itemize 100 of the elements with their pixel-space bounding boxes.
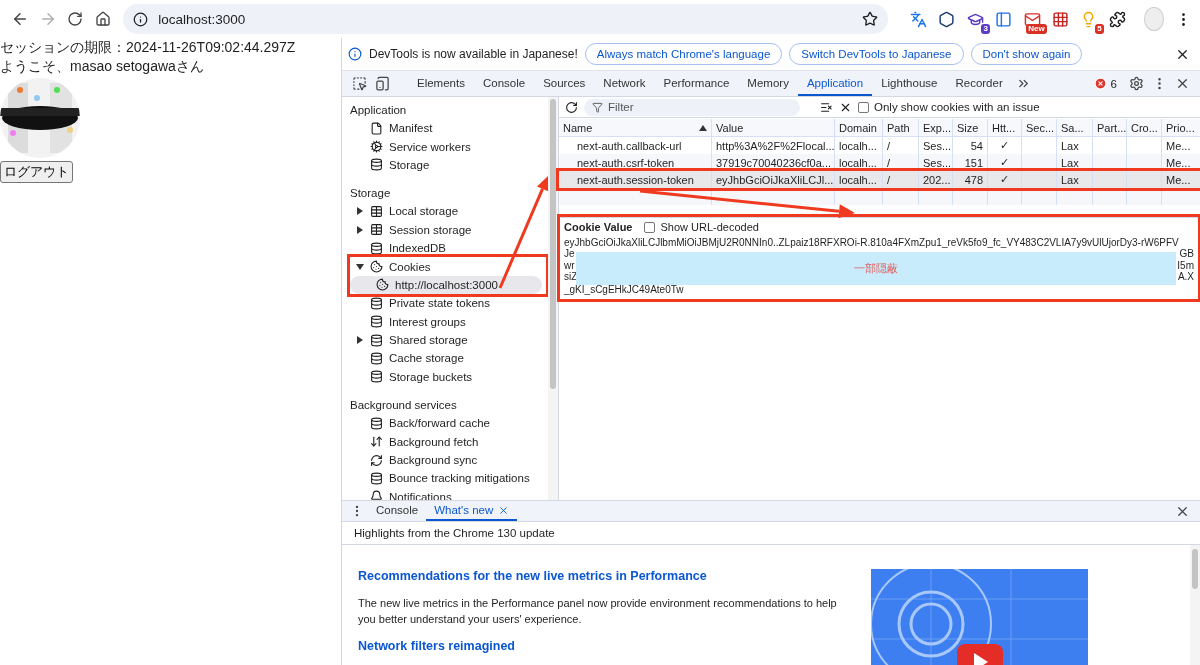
sidebar-item[interactable]: Cache storage (350, 349, 544, 368)
sidebar-item[interactable]: Cookies (350, 257, 542, 276)
info-icon (348, 47, 362, 61)
inspect-icon[interactable] (352, 76, 367, 91)
panel-tab[interactable]: Sources (534, 71, 595, 96)
extensions-icon[interactable] (1108, 10, 1126, 28)
device-toolbar-icon[interactable] (375, 76, 390, 91)
column-header[interactable]: Part... (1093, 119, 1127, 137)
drawer-tab[interactable]: Console (368, 501, 427, 521)
table-cell[interactable]: Me... (1162, 171, 1200, 188)
table-cell[interactable]: localh... (835, 171, 883, 188)
sidebar-item[interactable]: Local storage (350, 202, 544, 221)
sidebar-item[interactable]: Storage buckets (350, 367, 544, 387)
sidebar-item[interactable]: Manifest (350, 119, 544, 138)
table-cell[interactable]: Lax (1057, 171, 1093, 188)
column-header[interactable]: Sec... (1022, 119, 1057, 137)
cookie-value-title: Cookie Value (564, 222, 633, 234)
table-cell[interactable]: ✓ (988, 171, 1022, 188)
checkbox[interactable] (858, 101, 869, 113)
expand-arrow-icon[interactable] (356, 336, 364, 345)
cookie-value-text: _gKI_sCgEHkJC49Ate0Tw (564, 283, 684, 295)
article-link[interactable]: Network filters reimagined (358, 639, 838, 653)
article-link[interactable]: Recommendations for the new live metrics in Performance (358, 569, 838, 583)
database-icon (370, 158, 383, 172)
translate-icon[interactable] (909, 10, 927, 28)
panel-tab[interactable]: Performance (654, 71, 739, 96)
panel-icon[interactable] (995, 10, 1013, 28)
column-header[interactable]: Value (712, 119, 835, 137)
settings-icon[interactable] (1129, 76, 1144, 91)
checkbox[interactable] (644, 222, 656, 234)
column-header[interactable]: Cro... (1127, 119, 1162, 137)
article-text: The new live metrics in the Performance panel now provide environment recommendations to help you better understand your users' experience. (358, 596, 838, 627)
sidebar-item[interactable]: Background sync (350, 450, 544, 470)
mail-icon[interactable] (1023, 10, 1041, 28)
sidebar-item[interactable]: Service workers (350, 137, 544, 156)
sidebar-item[interactable]: Bounce tracking mitigations (350, 469, 544, 488)
sidebar-item[interactable]: Session storage (350, 220, 544, 239)
infobar-button[interactable]: Switch DevTools to Japanese (789, 43, 964, 65)
column-header[interactable]: Htt... (988, 119, 1022, 137)
column-header[interactable]: Prio... (1162, 119, 1200, 137)
home-icon (95, 11, 112, 27)
filter-field[interactable]: Filter (584, 98, 800, 116)
sidebar-item[interactable]: Shared storage (350, 330, 544, 350)
infobar-message: DevTools is now available in Japanese! (369, 47, 578, 61)
sidebar-item[interactable]: Background fetch (350, 432, 544, 451)
cookie-value-text: A.X (1177, 271, 1194, 283)
scrollbar-thumb[interactable] (550, 99, 556, 389)
table-cell[interactable] (1093, 171, 1127, 188)
table-cell[interactable]: / (883, 171, 919, 188)
sidebar-item[interactable]: Storage (350, 155, 544, 175)
clear-all-icon[interactable] (820, 100, 833, 114)
grid-icon[interactable] (1052, 10, 1069, 28)
table-cell[interactable] (1127, 171, 1162, 188)
collapse-arrow-icon[interactable] (356, 262, 364, 271)
column-header[interactable]: Size (953, 119, 988, 137)
panel-tab[interactable]: Network (594, 71, 655, 96)
panel-tab[interactable]: Lighthouse (872, 71, 947, 96)
address-bar[interactable]: localhost:3000 (123, 4, 889, 34)
reload-icon (67, 11, 84, 27)
scrollbar-thumb[interactable] (1192, 549, 1198, 589)
close-icon[interactable] (1175, 76, 1190, 91)
infobar-button[interactable]: Don't show again (970, 43, 1083, 65)
cookie-value-text: eyJhbGciOiJkaXliLCJlbmMiOiJBMjU2R0NNIn0..ZLpaiz18RFXROi-R.810a4FXmZpu1_reVk5fo9_fc_VY483C2VLIA7y9vUlUjorDy3-rW6PFV (564, 236, 1179, 248)
database-icon (370, 416, 383, 430)
session-expiry-text: セッションの期限：2024-11-26T09:02:44.297Z (0, 38, 297, 57)
infobar-button[interactable]: Always match Chrome's language (584, 43, 783, 65)
table-cell[interactable]: next-auth.session-token (559, 171, 712, 188)
panel-tab[interactable]: Memory (738, 71, 798, 96)
error-count[interactable]: 6 (1110, 77, 1117, 90)
sidebar-item[interactable]: Private state tokens (350, 294, 544, 313)
drawer-tab[interactable]: What's new (426, 501, 518, 521)
sidebar-item[interactable]: Back/forward cache (350, 414, 544, 433)
table-cell[interactable] (1022, 171, 1057, 188)
sidebar-item[interactable]: IndexedDB (350, 238, 544, 258)
sort-arrow-icon (699, 124, 707, 131)
column-header[interactable]: Exp... (919, 119, 953, 137)
sidebar-item[interactable]: http://localhost:3000 (350, 275, 542, 295)
hexagon-icon[interactable] (938, 10, 956, 28)
column-header[interactable]: Sa... (1057, 119, 1093, 137)
panel-tab[interactable]: Recorder (946, 71, 1012, 96)
column-header[interactable]: Path (883, 119, 919, 137)
column-header[interactable]: Domain (835, 119, 883, 137)
arrows-icon (370, 435, 383, 449)
info-icon[interactable] (133, 11, 149, 27)
table-cell[interactable]: 202... (919, 171, 953, 188)
bookmark-star-icon[interactable] (862, 11, 879, 27)
logout-button[interactable]: ログアウト (0, 161, 73, 183)
panel-tab[interactable]: Application (797, 71, 873, 96)
sidebar-item[interactable]: Notifications (350, 487, 544, 500)
table-icon (370, 204, 383, 218)
panel-tab[interactable]: Elements (408, 71, 474, 96)
count-badge: 3 (981, 24, 990, 34)
refresh-icon[interactable] (565, 100, 578, 114)
sidebar-section-title: Background services (350, 398, 458, 414)
table-cell[interactable]: eyJhbGciOiJkaXliLCJl... (712, 171, 835, 188)
table-cell[interactable]: 478 (953, 171, 988, 188)
panel-tab[interactable]: Console (473, 71, 535, 96)
column-header[interactable]: Name (559, 119, 712, 137)
sidebar-item[interactable]: Interest groups (350, 312, 544, 331)
cookie-value-text: Je (564, 248, 575, 260)
